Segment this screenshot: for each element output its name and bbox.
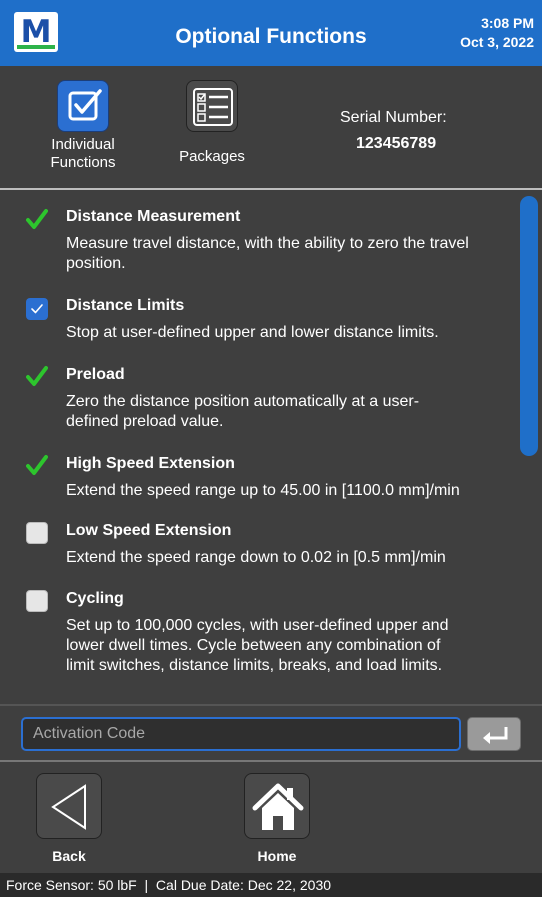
tab-individual-functions[interactable]: [57, 80, 109, 132]
back-label: Back: [52, 848, 86, 864]
description-line: position.: [66, 255, 126, 272]
function-description: Extend the speed range up to 45.00 in [1…: [66, 481, 522, 501]
function-title: High Speed Extension: [66, 455, 235, 472]
tab-individual-line2: Functions: [50, 154, 116, 171]
checkmark-icon: [26, 455, 48, 475]
activation-code-input[interactable]: [21, 717, 461, 751]
home-icon: [252, 783, 304, 830]
tab-individual-label: Individual Functions: [41, 136, 125, 172]
function-title: Low Speed Extension: [66, 522, 232, 539]
function-description: Set up to 100,000 cycles, with user-defi…: [66, 616, 522, 676]
function-title: Distance Measurement: [66, 208, 241, 225]
function-description: Stop at user-defined upper and lower dis…: [66, 323, 522, 343]
back-button[interactable]: [36, 773, 102, 839]
header-bar: M Optional Functions 3:08 PM Oct 3, 2022: [0, 0, 542, 66]
clock: 3:08 PM Oct 3, 2022: [460, 14, 534, 52]
serial-number-value: 123456789: [356, 135, 437, 152]
description-line: Extend the speed range down to 0.02 in […: [66, 549, 446, 566]
checkbox-unchecked[interactable]: [26, 590, 48, 612]
clock-date: Oct 3, 2022: [460, 34, 534, 50]
description-line: Stop at user-defined upper and lower dis…: [66, 324, 439, 341]
description-line: lower dwell times. Cycle between any com…: [66, 637, 441, 654]
checkbox-checked[interactable]: [26, 298, 48, 320]
function-description: Zero the distance position automatically…: [66, 392, 522, 432]
tab-packages[interactable]: [186, 80, 238, 132]
function-description: Extend the speed range down to 0.02 in […: [66, 548, 522, 568]
checkbox-icon: [68, 89, 102, 121]
check-icon: [31, 304, 43, 314]
back-arrow-icon: [51, 784, 86, 830]
description-line: Extend the speed range up to 45.00 in [1…: [66, 482, 460, 499]
function-description: Measure travel distance, with the abilit…: [66, 234, 522, 274]
checklist-icon: [193, 88, 233, 126]
function-title: Distance Limits: [66, 297, 185, 314]
description-line: Measure travel distance, with the abilit…: [66, 235, 469, 252]
list-scrollbar[interactable]: [520, 196, 538, 456]
function-list: Distance Measurement Measure travel dist…: [0, 192, 542, 704]
checkbox-unchecked[interactable]: [26, 522, 48, 544]
tab-packages-label: Packages: [179, 148, 245, 165]
enter-button[interactable]: [467, 717, 521, 751]
checkmark-icon: [26, 366, 48, 386]
description-line: defined preload value.: [66, 413, 224, 430]
description-line: limit switches, distance limits, breaks,…: [66, 657, 443, 674]
options-panel: Individual Functions Packages Serial Num…: [0, 66, 542, 190]
tab-individual-line1: Individual: [51, 136, 115, 153]
home-button[interactable]: [244, 773, 310, 839]
function-title: Preload: [66, 366, 125, 383]
description-line: Set up to 100,000 cycles, with user-defi…: [66, 617, 449, 634]
enter-icon: [483, 727, 508, 744]
function-title: Cycling: [66, 590, 124, 607]
bottom-navigation: Back Home: [0, 762, 542, 873]
activation-bar: [0, 704, 542, 762]
clock-time: 3:08 PM: [481, 15, 534, 31]
description-line: Zero the distance position automatically…: [66, 393, 420, 410]
checkmark-icon: [26, 209, 48, 229]
serial-number-label: Serial Number:: [340, 109, 447, 126]
status-bar: Force Sensor: 50 lbF | Cal Due Date: Dec…: [0, 873, 542, 897]
home-label: Home: [257, 848, 297, 864]
